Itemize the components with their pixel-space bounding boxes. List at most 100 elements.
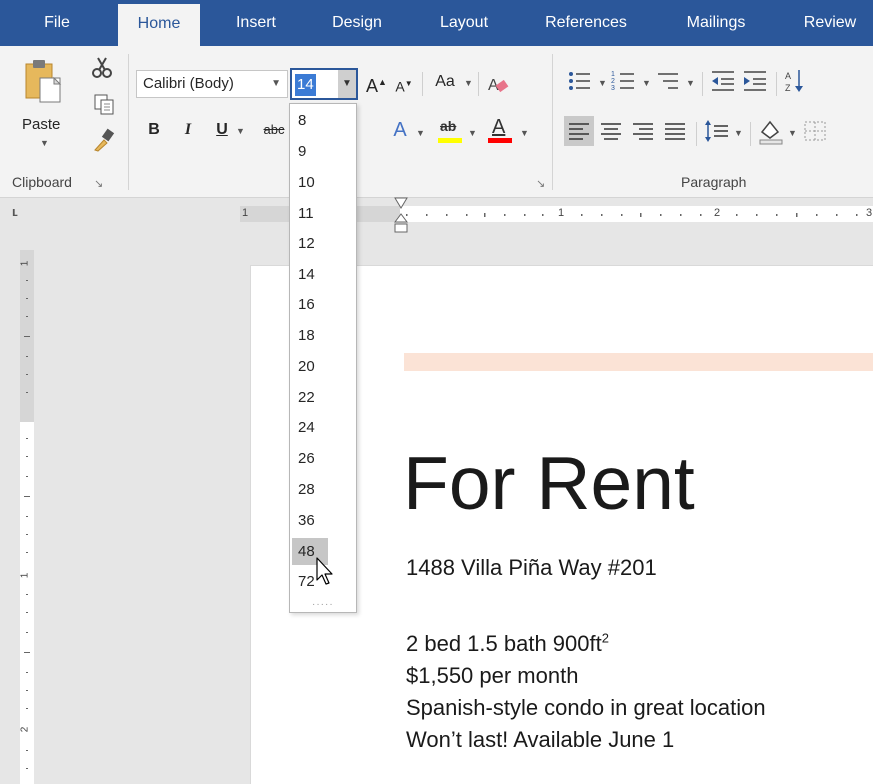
chevron-down-icon[interactable]: ▼ xyxy=(338,70,356,98)
chevron-down-icon[interactable]: ▼ xyxy=(416,128,425,138)
font-size-option-18[interactable]: 18 xyxy=(292,322,328,349)
font-size-value[interactable]: 14 xyxy=(295,74,316,96)
italic-button[interactable]: I xyxy=(178,118,198,142)
paste-icon[interactable] xyxy=(22,56,66,106)
group-divider xyxy=(552,54,553,190)
indent-marker-icon[interactable] xyxy=(393,196,409,240)
text-effects-button[interactable]: A xyxy=(388,118,412,142)
paragraph-group-label: Paragraph xyxy=(681,174,747,190)
document-availability[interactable]: Won’t last! Available June 1 xyxy=(406,726,674,754)
details-text: 2 bed 1.5 bath 900ft xyxy=(406,631,602,656)
tab-selector-icon[interactable]: ʟ xyxy=(12,204,32,222)
ruler-number: 1 xyxy=(19,572,31,579)
font-color-label: A xyxy=(492,116,506,138)
increase-indent-icon[interactable] xyxy=(740,66,770,96)
bullets-icon[interactable] xyxy=(566,66,596,96)
font-color-swatch xyxy=(488,138,512,143)
change-case-button[interactable]: Aa xyxy=(430,70,460,94)
font-size-option-20[interactable]: 20 xyxy=(292,353,328,380)
borders-icon[interactable] xyxy=(800,116,830,146)
svg-text:A: A xyxy=(785,71,791,81)
tab-design[interactable]: Design xyxy=(318,0,396,46)
chevron-down-icon[interactable]: ▼ xyxy=(271,71,281,97)
copy-icon[interactable] xyxy=(92,92,116,116)
chevron-down-icon[interactable]: ▼ xyxy=(236,126,245,136)
vertical-ruler[interactable]: 1 1 2 xyxy=(19,250,34,784)
font-name-box[interactable]: Calibri (Body) ▼ xyxy=(136,70,288,98)
paste-button-label[interactable]: Paste xyxy=(22,116,60,133)
font-size-option-11[interactable]: 11 xyxy=(292,200,328,227)
cut-icon[interactable] xyxy=(90,56,114,80)
font-size-option-8[interactable]: 8 xyxy=(292,107,328,134)
ribbon: Paste ▼ Clipboard ↘ Calibri (Body) ▼ 14 … xyxy=(0,46,873,198)
ribbon-tab-bar: File Home Insert Design Layout Reference… xyxy=(0,0,873,46)
font-size-option-9[interactable]: 9 xyxy=(292,138,328,165)
svg-text:3: 3 xyxy=(611,85,615,92)
shading-icon[interactable] xyxy=(756,116,786,146)
document-description[interactable]: Spanish-style condo in great location xyxy=(406,694,766,722)
grow-font-button[interactable]: A▲ xyxy=(366,70,387,98)
toolbar-divider xyxy=(702,72,703,96)
tab-mailings[interactable]: Mailings xyxy=(668,0,764,46)
format-painter-icon[interactable] xyxy=(92,128,116,152)
document-address[interactable]: 1488 Villa Piña Way #201 xyxy=(406,554,657,582)
shrink-font-label: A xyxy=(395,78,405,95)
chevron-down-icon[interactable]: ▼ xyxy=(520,128,529,138)
font-size-box[interactable]: 14 ▼ xyxy=(290,68,358,100)
svg-text:Z: Z xyxy=(785,83,791,93)
bold-button[interactable]: B xyxy=(144,118,164,142)
justify-icon[interactable] xyxy=(660,116,690,146)
chevron-down-icon[interactable]: ▼ xyxy=(734,128,743,138)
font-size-option-28[interactable]: 28 xyxy=(292,476,328,503)
line-spacing-icon[interactable] xyxy=(702,116,732,146)
align-right-icon[interactable] xyxy=(628,116,658,146)
tab-layout[interactable]: Layout xyxy=(424,0,504,46)
toolbar-divider xyxy=(422,72,423,96)
font-size-option-14[interactable]: 14 xyxy=(292,261,328,288)
toolbar-divider xyxy=(696,122,697,146)
font-name-value: Calibri (Body) xyxy=(143,75,234,92)
multilevel-list-icon[interactable] xyxy=(654,66,684,96)
sort-icon[interactable]: A Z xyxy=(782,66,812,96)
chevron-down-icon[interactable]: ▼ xyxy=(464,78,473,88)
tab-references[interactable]: References xyxy=(530,0,642,46)
numbering-icon[interactable]: 1 2 3 xyxy=(610,66,640,96)
font-size-option-16[interactable]: 16 xyxy=(292,291,328,318)
toolbar-divider xyxy=(750,122,751,146)
font-size-option-12[interactable]: 12 xyxy=(292,230,328,257)
underline-button[interactable]: U xyxy=(212,118,232,142)
font-size-option-36[interactable]: 36 xyxy=(292,507,328,534)
resize-grip-icon[interactable]: ····· xyxy=(312,599,334,610)
chevron-down-icon[interactable]: ▼ xyxy=(642,78,651,88)
decrease-indent-icon[interactable] xyxy=(708,66,738,96)
font-color-button[interactable]: A xyxy=(486,116,514,146)
document-title[interactable]: For Rent xyxy=(403,438,695,528)
dialog-launcher-icon[interactable]: ↘ xyxy=(536,177,545,190)
highlight-button[interactable]: ab xyxy=(436,116,464,146)
align-center-icon[interactable] xyxy=(596,116,626,146)
chevron-down-icon[interactable]: ▼ xyxy=(40,138,49,148)
font-size-option-26[interactable]: 26 xyxy=(292,445,328,472)
chevron-down-icon[interactable]: ▼ xyxy=(598,78,607,88)
tab-review[interactable]: Review xyxy=(790,0,870,46)
chevron-down-icon[interactable]: ▼ xyxy=(468,128,477,138)
strikethrough-button[interactable]: abc xyxy=(258,118,290,142)
chevron-down-icon[interactable]: ▼ xyxy=(788,128,797,138)
font-size-option-22[interactable]: 22 xyxy=(292,384,328,411)
align-left-icon[interactable] xyxy=(564,116,594,146)
tab-home[interactable]: Home xyxy=(118,4,200,46)
shrink-font-button[interactable]: A▼ xyxy=(394,72,414,99)
font-size-dropdown[interactable]: 8 9 10 11 12 14 16 18 20 22 24 26 28 36 … xyxy=(289,103,357,613)
chevron-down-icon[interactable]: ▼ xyxy=(686,78,695,88)
clipboard-group-label: Clipboard xyxy=(12,174,72,190)
clear-formatting-icon[interactable]: A xyxy=(486,72,510,96)
font-size-option-24[interactable]: 24 xyxy=(292,414,328,441)
tab-file[interactable]: File xyxy=(28,0,86,46)
document-details[interactable]: 2 bed 1.5 bath 900ft2 xyxy=(406,630,609,658)
mouse-cursor-icon xyxy=(316,557,333,585)
document-price[interactable]: $1,550 per month xyxy=(406,662,578,690)
dialog-launcher-icon[interactable]: ↘ xyxy=(94,177,103,190)
toolbar-divider xyxy=(478,72,479,96)
font-size-option-10[interactable]: 10 xyxy=(292,169,328,196)
tab-insert[interactable]: Insert xyxy=(220,0,292,46)
